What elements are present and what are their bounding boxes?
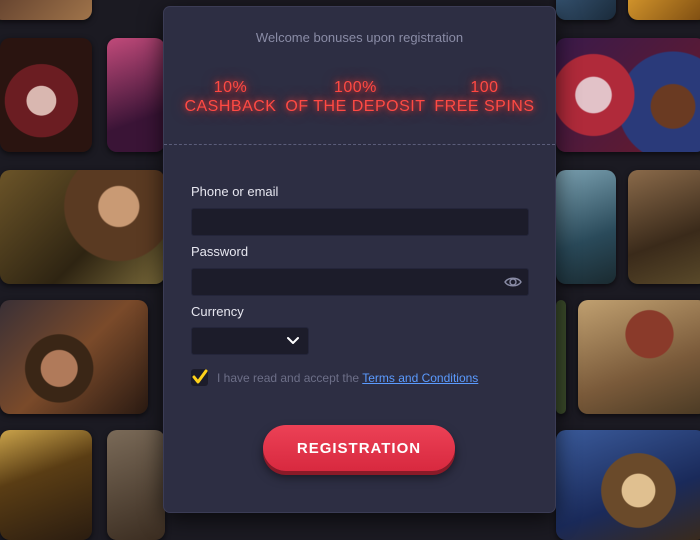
game-tile <box>556 430 700 540</box>
game-tile <box>0 430 92 540</box>
registration-button[interactable]: REGISTRATION <box>263 425 455 471</box>
game-tile <box>578 300 700 414</box>
game-tile <box>556 300 566 414</box>
phone-email-input[interactable] <box>191 208 529 236</box>
bonus-label: FREE SPINS <box>434 98 535 115</box>
game-tile <box>628 0 700 20</box>
game-tile <box>107 38 165 152</box>
bonus-cashback: 10% CASHBACK <box>184 78 276 116</box>
bonus-value: 100% <box>333 79 377 96</box>
game-tile <box>556 170 616 284</box>
terms-link[interactable]: Terms and Conditions <box>362 371 478 385</box>
password-input[interactable] <box>191 268 529 296</box>
bonus-label: OF THE DEPOSIT <box>285 98 426 115</box>
checkmark-icon <box>192 369 208 384</box>
game-tile <box>556 0 616 20</box>
currency-label: Currency <box>191 304 244 319</box>
terms-prefix: I have read and accept the <box>217 371 360 385</box>
bonus-deposit: 100% OF THE DEPOSIT <box>285 78 425 116</box>
registration-modal: Welcome bonuses upon registration 10% CA… <box>164 7 555 512</box>
bonus-list: 10% CASHBACK 100% OF THE DEPOSIT 100 FRE… <box>164 78 555 116</box>
bonus-value: 10% <box>213 79 248 96</box>
bonus-value: 100 <box>470 79 499 96</box>
game-tile <box>556 38 700 152</box>
terms-checkbox[interactable] <box>191 369 208 386</box>
chevron-down-icon <box>287 337 299 344</box>
bonus-free-spins: 100 FREE SPINS <box>434 78 534 116</box>
game-tile <box>0 170 165 284</box>
terms-text: I have read and accept the Terms and Con… <box>217 371 478 385</box>
currency-select[interactable] <box>191 327 309 355</box>
game-tile <box>107 430 165 540</box>
game-tile <box>0 0 92 20</box>
welcome-text: Welcome bonuses upon registration <box>255 30 464 45</box>
game-tile <box>0 38 92 152</box>
password-label: Password <box>191 244 249 259</box>
game-tile <box>0 300 148 414</box>
phone-label: Phone or email <box>191 184 279 199</box>
dashed-divider <box>164 144 555 145</box>
game-tile <box>628 170 700 284</box>
eye-icon[interactable] <box>504 274 522 290</box>
bonus-label: CASHBACK <box>184 98 277 115</box>
